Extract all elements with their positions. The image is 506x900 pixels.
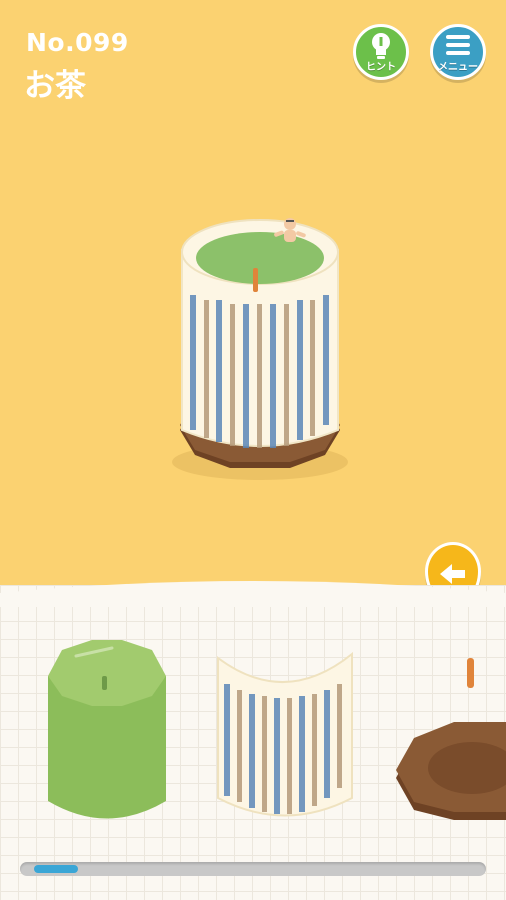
piece-wooden-saucer[interactable]	[394, 720, 506, 830]
level-number: No.099	[26, 28, 129, 57]
piece-stick[interactable]	[464, 656, 478, 690]
piece-green-tea-block[interactable]	[42, 636, 172, 836]
menu-button[interactable]: メニュー	[430, 24, 486, 80]
hint-button[interactable]: ヒント	[353, 24, 409, 80]
menu-label: メニュー	[438, 62, 478, 73]
level-name: お茶	[24, 68, 86, 104]
piece-striped-cup[interactable]	[210, 648, 360, 828]
assembled-tea-cup[interactable]	[160, 200, 360, 500]
hint-label: ヒント	[366, 62, 396, 73]
tray-edge	[0, 581, 506, 607]
progress-fill	[34, 865, 78, 873]
progress-bar	[20, 862, 486, 876]
